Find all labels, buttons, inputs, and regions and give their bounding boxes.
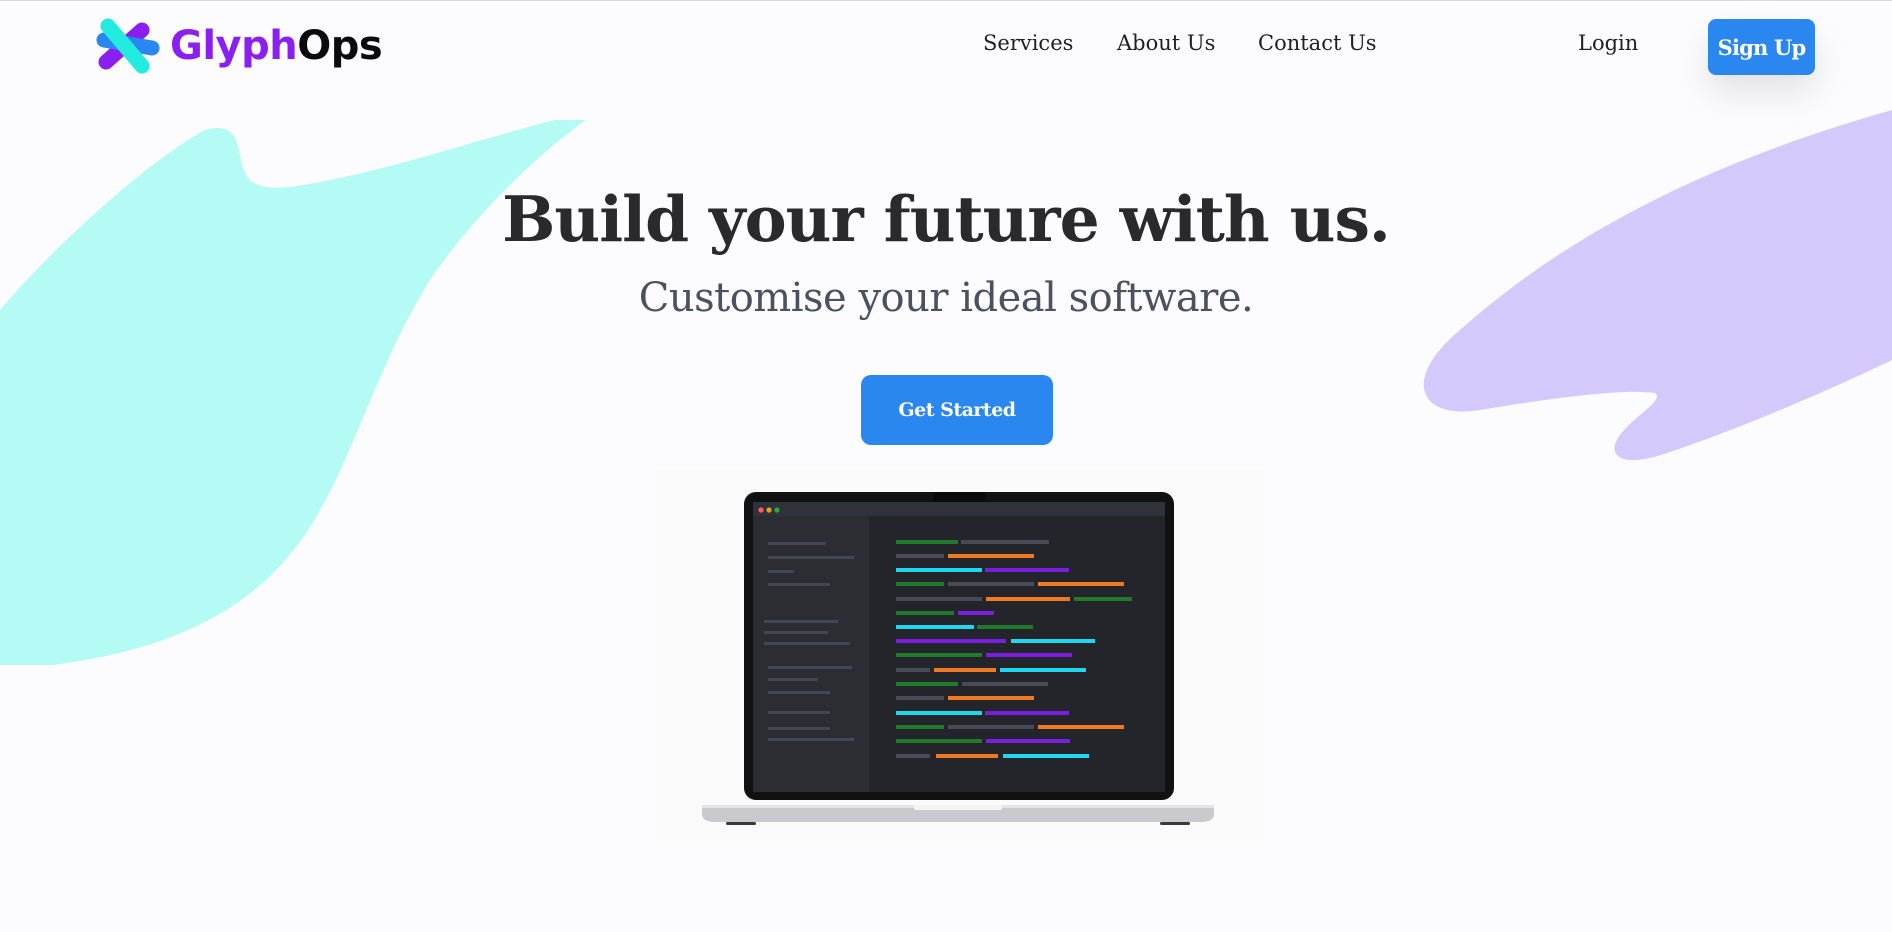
brand-name-part1: Glyph xyxy=(170,23,298,69)
hero-headline: Build your future with us. xyxy=(502,182,1391,256)
get-started-button[interactable]: Get Started xyxy=(861,375,1053,445)
hero-subheadline: Customise your ideal software. xyxy=(638,275,1254,321)
nav-services-link[interactable]: Services xyxy=(983,33,1073,54)
nav-about-link[interactable]: About Us xyxy=(1117,33,1215,54)
nav-contact-link[interactable]: Contact Us xyxy=(1258,33,1377,54)
laptop-code-illustration xyxy=(702,492,1214,825)
laptop-illustration xyxy=(652,470,1264,840)
lavender-blob-decoration xyxy=(1423,110,1892,461)
brand-logo[interactable]: GlyphOps xyxy=(96,18,383,74)
login-link[interactable]: Login xyxy=(1578,33,1638,54)
x-cross-logo-icon xyxy=(96,18,160,74)
site-header: GlyphOps Services About Us Contact Us Lo… xyxy=(0,0,1892,96)
sign-up-button[interactable]: Sign Up xyxy=(1708,19,1815,75)
brand-name-part2: Ops xyxy=(297,23,383,69)
brand-name: GlyphOps xyxy=(170,23,383,69)
